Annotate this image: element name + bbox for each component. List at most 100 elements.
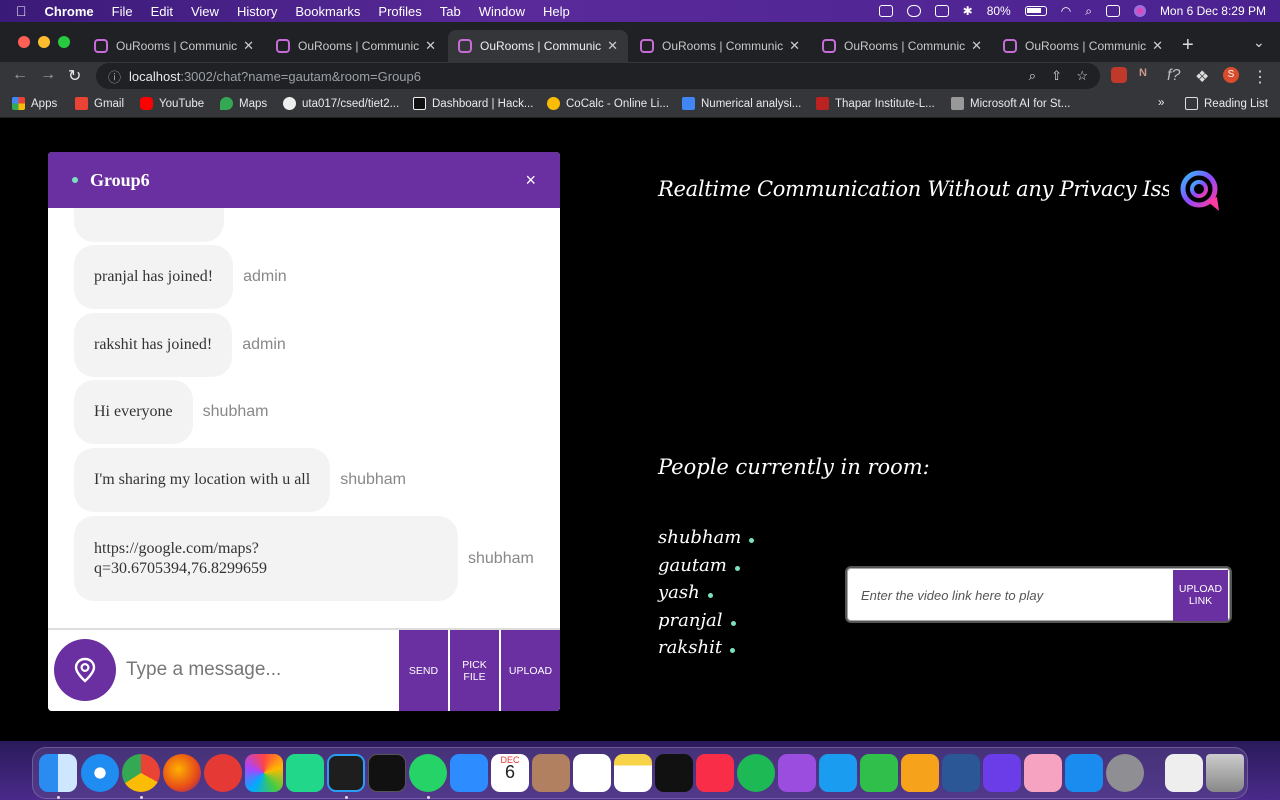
info-icon[interactable]: ⓘ <box>108 67 121 86</box>
close-tab-icon[interactable]: ✕ <box>607 38 618 54</box>
menu-bookmarks[interactable]: Bookmarks <box>295 4 360 19</box>
zoom-icon[interactable] <box>450 754 488 792</box>
bookmark-maps[interactable]: Maps <box>220 97 267 110</box>
more-menu-icon[interactable]: ⋮ <box>1252 67 1268 86</box>
message-input[interactable] <box>126 650 394 690</box>
menu-tab[interactable]: Tab <box>440 4 461 19</box>
menu-clock[interactable]: Mon 6 Dec 8:29 PM <box>1160 4 1266 18</box>
reading-list[interactable]: Reading List <box>1185 97 1268 110</box>
upload-link-button[interactable]: UPLOAD LINK <box>1173 570 1228 621</box>
safari-icon[interactable] <box>81 754 119 792</box>
cloud-icon[interactable] <box>906 5 921 17</box>
bookmark-gmail[interactable]: Gmail <box>75 97 124 110</box>
extension-function-icon[interactable]: f? <box>1167 67 1183 84</box>
bookmark-uta017[interactable]: uta017/csed/tiet2... <box>283 97 399 110</box>
keyboard-icon[interactable] <box>878 5 893 17</box>
firefox-icon[interactable] <box>163 754 201 792</box>
browser-tab[interactable]: OuRooms | Communicati ✕ <box>812 30 992 62</box>
address-bar[interactable]: ⓘ localhost:3002/chat?name=gautam&room=G… <box>96 63 1100 89</box>
extension-n-icon[interactable]: N <box>1139 67 1155 83</box>
share-icon[interactable]: ⇧ <box>1051 68 1062 84</box>
zoom-icon[interactable]: ⌕ <box>1029 68 1036 84</box>
bookmarks-overflow-icon[interactable]: » <box>1158 97 1164 109</box>
pycharm-icon[interactable] <box>286 754 324 792</box>
menu-history[interactable]: History <box>237 4 277 19</box>
menu-edit[interactable]: Edit <box>151 4 173 19</box>
numbers-icon[interactable] <box>860 754 898 792</box>
tab-search-chevron-icon[interactable]: ⌄ <box>1253 34 1265 51</box>
keynote-icon[interactable] <box>819 754 857 792</box>
bookmark-thapar[interactable]: Thapar Institute-L... <box>816 97 935 110</box>
wifi-icon[interactable]: ◠ <box>1061 4 1071 18</box>
visual-paradigm-icon[interactable] <box>983 754 1021 792</box>
close-chat-button[interactable]: × <box>525 170 536 191</box>
extensions-puzzle-icon[interactable]: ❖ <box>1195 67 1211 86</box>
browser-tab-active[interactable]: OuRooms | Communicati ✕ <box>448 30 628 62</box>
finder-icon[interactable] <box>39 754 77 792</box>
zoom-window-button[interactable] <box>58 36 70 48</box>
browser-tab[interactable]: OuRooms | Communicati ✕ <box>266 30 446 62</box>
bookmark-star-icon[interactable]: ☆ <box>1076 68 1088 84</box>
mail-client-icon[interactable] <box>204 754 242 792</box>
video-link-input[interactable] <box>851 571 1173 619</box>
bookmark-dashboard-hack[interactable]: Dashboard | Hack... <box>413 97 533 110</box>
terminal-icon[interactable] <box>368 754 406 792</box>
calendar-icon[interactable]: DEC 6 <box>491 754 529 792</box>
spotlight-search-icon[interactable]: ⌕ <box>1085 4 1092 19</box>
bluetooth-icon[interactable]: ✱ <box>963 4 973 18</box>
photos-icon[interactable] <box>245 754 283 792</box>
apple-tv-icon[interactable] <box>655 754 693 792</box>
back-arrow-icon[interactable]: ← <box>12 66 28 84</box>
share-location-button[interactable] <box>54 639 116 701</box>
menu-app-name[interactable]: Chrome <box>45 4 94 19</box>
extension-icon[interactable] <box>1111 67 1127 83</box>
word-icon[interactable] <box>942 754 980 792</box>
trash-icon[interactable] <box>1206 754 1244 792</box>
cleanmymac-icon[interactable] <box>1024 754 1062 792</box>
pick-file-button[interactable]: PICK FILE <box>449 630 499 711</box>
bookmark-microsoft-ai[interactable]: Microsoft AI for St... <box>951 97 1070 110</box>
contacts-icon[interactable] <box>532 754 570 792</box>
menu-file[interactable]: File <box>112 4 133 19</box>
browser-tab[interactable]: OuRooms | Communicati ✕ <box>630 30 810 62</box>
spotify-icon[interactable] <box>737 754 775 792</box>
message-bubble[interactable]: https://google.com/maps? q=30.6705394,76… <box>74 516 458 601</box>
battery-icon[interactable] <box>1024 6 1047 16</box>
bookmark-apps[interactable]: Apps <box>12 97 57 110</box>
close-tab-icon[interactable]: ✕ <box>425 38 436 54</box>
forward-arrow-icon[interactable]: → <box>40 66 56 84</box>
control-center-icon[interactable] <box>1105 5 1120 17</box>
bookmark-cocalc[interactable]: CoCalc - Online Li... <box>547 97 669 110</box>
menu-window[interactable]: Window <box>479 4 525 19</box>
send-button[interactable]: SEND <box>398 630 448 711</box>
menu-view[interactable]: View <box>191 4 219 19</box>
message-list[interactable]: pranjal has joined! admin rakshit has jo… <box>48 208 560 627</box>
browser-tab[interactable]: OuRooms | Communicati ✕ <box>993 30 1173 62</box>
new-tab-icon[interactable]: + <box>1182 34 1194 57</box>
podcasts-icon[interactable] <box>778 754 816 792</box>
music-icon[interactable] <box>696 754 734 792</box>
notes-icon[interactable] <box>614 754 652 792</box>
profile-avatar[interactable]: S <box>1223 67 1239 83</box>
pages-icon[interactable] <box>901 754 939 792</box>
apple-icon[interactable]:  <box>16 3 27 19</box>
browser-tab[interactable]: OuRooms | Communicati ✕ <box>84 30 264 62</box>
close-tab-icon[interactable]: ✕ <box>971 38 982 54</box>
minimize-window-button[interactable] <box>38 36 50 48</box>
airplay-icon[interactable] <box>934 5 949 17</box>
upload-button[interactable]: UPLOAD <box>500 630 560 711</box>
battery-percent[interactable]: 80% <box>987 4 1011 18</box>
app-store-icon[interactable] <box>1065 754 1103 792</box>
vscode-icon[interactable] <box>327 754 365 792</box>
close-tab-icon[interactable]: ✕ <box>243 38 254 54</box>
downloads-stack-icon[interactable] <box>1165 754 1203 792</box>
reload-icon[interactable]: ↻ <box>68 66 81 86</box>
siri-icon[interactable] <box>1133 5 1146 17</box>
system-preferences-icon[interactable] <box>1106 754 1144 792</box>
chrome-icon[interactable] <box>122 754 160 792</box>
menu-profiles[interactable]: Profiles <box>378 4 421 19</box>
reminders-icon[interactable] <box>573 754 611 792</box>
bookmark-youtube[interactable]: YouTube <box>140 97 204 110</box>
close-window-button[interactable] <box>18 36 30 48</box>
bookmark-numerical[interactable]: Numerical analysi... <box>682 97 801 110</box>
